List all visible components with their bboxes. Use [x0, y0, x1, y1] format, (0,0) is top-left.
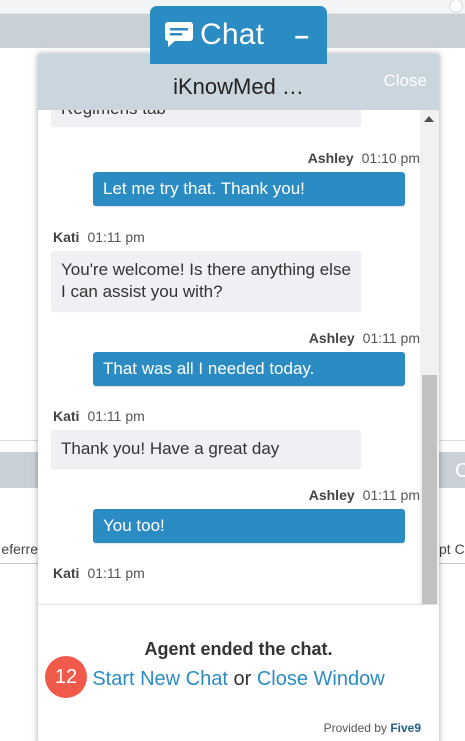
provided-by: Provided by Five9: [324, 721, 421, 735]
message-time: 01:11 pm: [87, 229, 145, 245]
message-meta: Ashley 01:11 pm: [58, 487, 420, 503]
sender-name: Kati: [53, 565, 80, 581]
message-time: 01:11 pm: [362, 487, 420, 503]
scroll-up-icon[interactable]: [424, 116, 434, 122]
agent-message-text: Regimens tab: [61, 110, 166, 118]
or-text: or: [233, 668, 252, 690]
close-button[interactable]: Close: [384, 71, 427, 91]
chat-tab-title: Chat: [200, 18, 265, 51]
minimize-button[interactable]: –: [295, 20, 309, 51]
user-message: Let me try that. Thank you!: [93, 172, 405, 206]
background-rule-right: [439, 563, 465, 564]
chat-ended-status: Agent ended the chat.: [144, 639, 333, 659]
sender-name: Ashley: [307, 150, 354, 166]
background-rule-left: [0, 563, 38, 564]
agent-message: You're welcome! Is there anything else I…: [51, 251, 361, 311]
sender-name: Kati: [53, 408, 80, 424]
start-new-chat-link[interactable]: Start New Chat: [92, 668, 228, 690]
message-time: 01:11 pm: [87, 408, 145, 424]
step-badge: 12: [45, 656, 87, 698]
message-time: 01:11 pm: [362, 330, 420, 346]
chat-tab[interactable]: Chat –: [150, 6, 327, 64]
background-band-letter: C: [455, 460, 465, 482]
agent-message: Thank you! Have a great day: [51, 430, 361, 468]
message-time: 01:10 pm: [361, 150, 420, 166]
sender-name: Kati: [53, 229, 80, 245]
brand-name: Five9: [390, 721, 421, 735]
background-text-left: eferre: [1, 541, 38, 557]
chat-header-title: iKnowMed …: [173, 74, 304, 99]
close-window-link[interactable]: Close Window: [257, 668, 385, 690]
sender-name: Ashley: [308, 330, 355, 346]
chat-actions: Start New Chat or Close Window: [38, 668, 439, 691]
sender-name: Ashley: [308, 487, 355, 503]
message-meta: Ashley 01:10 pm: [58, 150, 420, 166]
chat-bubble-icon: [165, 22, 193, 47]
chat-window: iKnowMed … Close Regimens tab Ashley 01:1…: [38, 54, 439, 741]
provided-by-label: Provided by: [323, 721, 387, 735]
message-meta: Kati 01:11 pm: [53, 408, 145, 424]
background-text-right: pt C: [439, 541, 465, 557]
message-list[interactable]: Regimens tab Ashley 01:10 pm Let me try t…: [38, 110, 420, 634]
message-scrollbar[interactable]: [420, 110, 439, 634]
message-time: 01:11 pm: [87, 565, 145, 581]
scroll-thumb[interactable]: [422, 375, 437, 615]
message-meta: Kati 01:11 pm: [53, 565, 145, 581]
agent-message-partial: Regimens tab: [51, 110, 361, 126]
user-message: You too!: [93, 509, 405, 543]
chat-footer: Agent ended the chat. Start New Chat or …: [38, 604, 439, 741]
message-meta: Kati 01:11 pm: [53, 229, 145, 245]
message-meta: Ashley 01:11 pm: [58, 330, 420, 346]
user-message: That was all I needed today.: [93, 352, 405, 386]
